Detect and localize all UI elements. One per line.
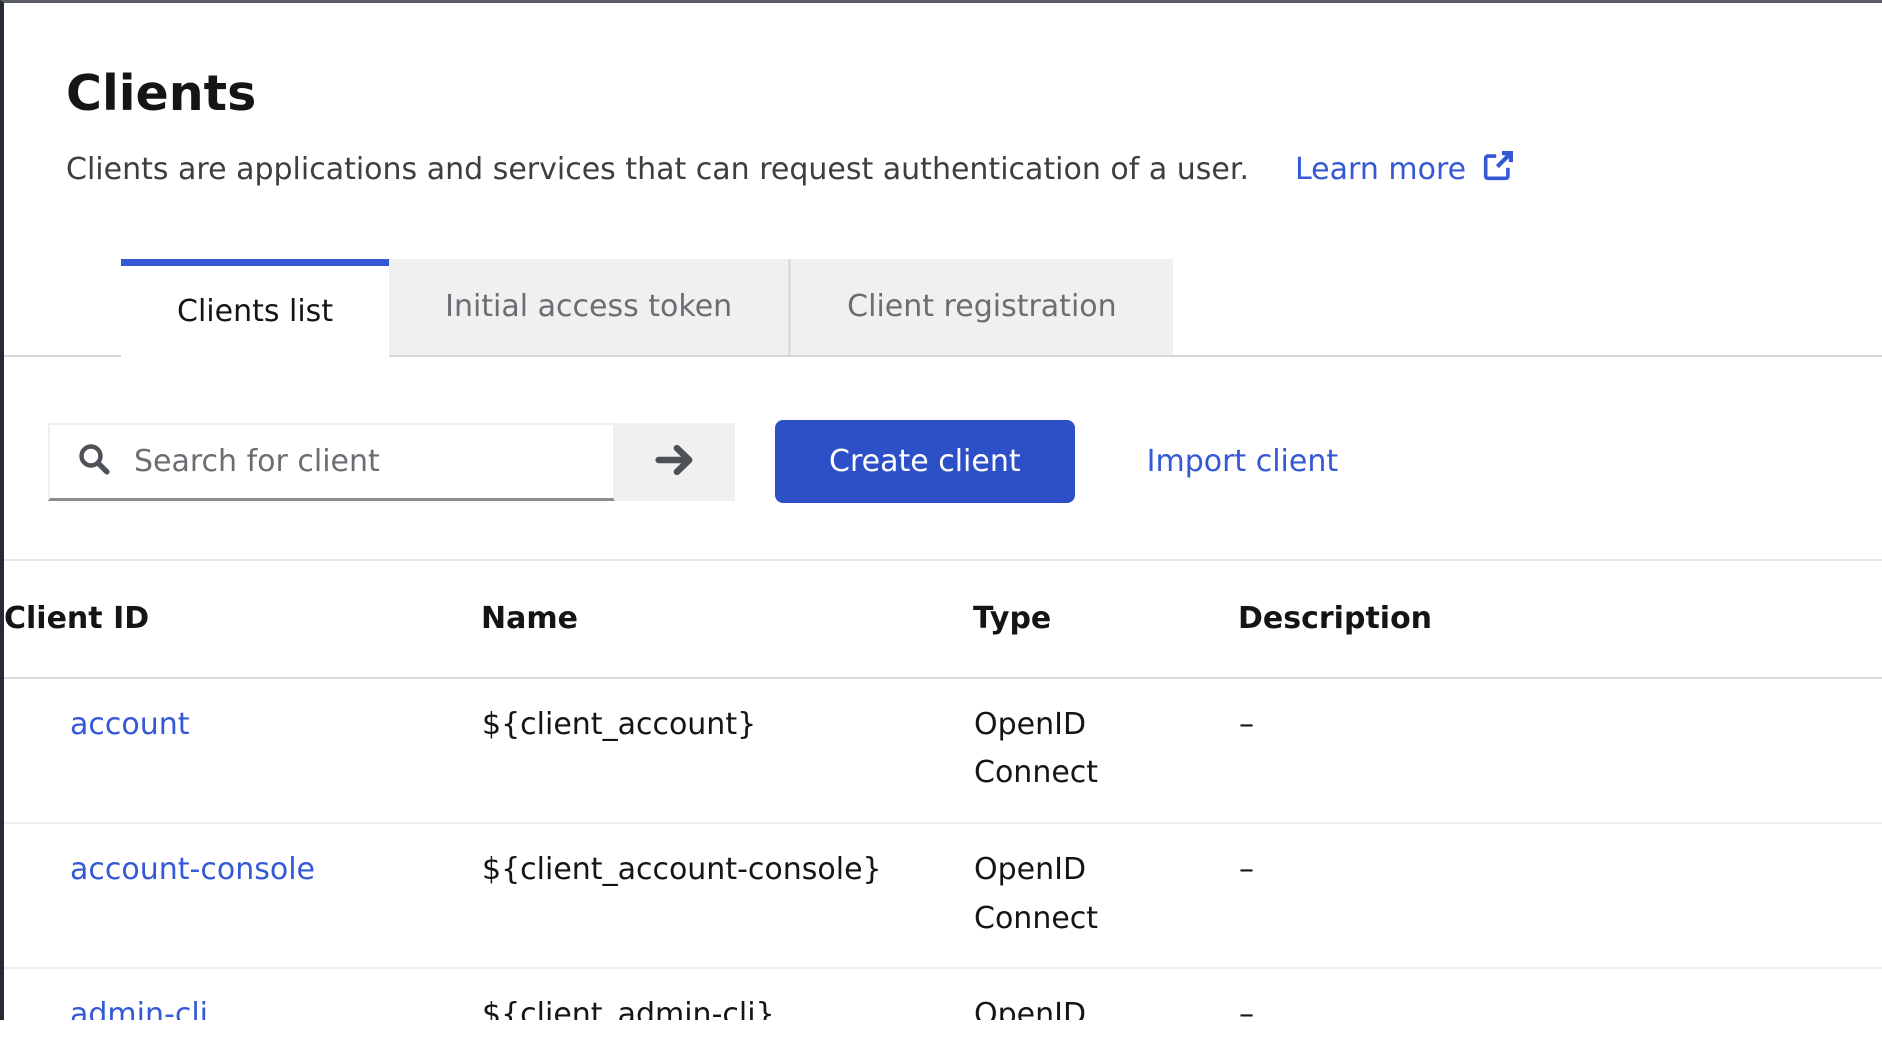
learn-more-link[interactable]: Learn more (1295, 148, 1516, 193)
client-description-cell: – (1238, 678, 1882, 823)
table-row: account ${client_account}OpenID Connect– (4, 678, 1882, 823)
clients-table-body: account${client_account}OpenID Connect–a… (4, 678, 1882, 1020)
import-client-link[interactable]: Import client (1147, 444, 1339, 479)
column-header-client-id: Client ID (4, 560, 481, 678)
clients-table: Client ID Name Type Description account $… (4, 559, 1882, 1020)
table-row: account-console ${client_account-console}… (4, 823, 1882, 968)
table-row: admin-cli ${client_admin-cli}OpenID Conne… (4, 968, 1882, 1020)
page-header: Clients Clients are applications and ser… (4, 3, 1882, 193)
client-name-cell: ${client_account-console} (481, 823, 973, 968)
page-title: Clients (66, 65, 1822, 124)
clients-page-window: Clients Clients are applications and ser… (0, 0, 1882, 1020)
client-id-cell: account-console (4, 823, 481, 968)
tab-initial-access-token-label: Initial access token (445, 289, 732, 324)
tab-clients-list[interactable]: Clients list (121, 259, 389, 357)
column-header-type: Type (973, 560, 1238, 678)
external-link-icon (1480, 148, 1516, 193)
client-type-cell: OpenID Connect (973, 678, 1238, 823)
client-description-cell: – (1238, 823, 1882, 968)
client-id-link[interactable]: admin-cli (70, 997, 208, 1020)
client-id-cell: account (4, 678, 481, 823)
client-id-link[interactable]: account-console (70, 852, 315, 887)
toolbar: Create client Import client (48, 423, 1882, 501)
client-name-cell: ${client_admin-cli} (481, 968, 973, 1020)
client-type-cell: OpenID Connect (973, 823, 1238, 968)
client-type-cell: OpenID Connect (973, 968, 1238, 1020)
search-icon (76, 441, 112, 481)
tab-initial-access-token[interactable]: Initial access token (389, 259, 791, 355)
tab-client-registration-label: Client registration (847, 289, 1116, 324)
page-subtitle: Clients are applications and services th… (66, 152, 1249, 188)
column-header-name: Name (481, 560, 973, 678)
client-name-cell: ${client_account} (481, 678, 973, 823)
table-header-row: Client ID Name Type Description (4, 560, 1882, 678)
search-input[interactable] (132, 443, 603, 480)
create-client-button[interactable]: Create client (775, 420, 1075, 503)
client-description-cell: – (1238, 968, 1882, 1020)
client-id-cell: admin-cli (4, 968, 481, 1020)
column-header-description: Description (1238, 560, 1882, 678)
search-group (48, 423, 735, 501)
search-input-wrap (48, 423, 615, 501)
arrow-right-icon (652, 437, 698, 486)
learn-more-label: Learn more (1295, 152, 1466, 188)
search-submit-button[interactable] (615, 423, 735, 501)
client-id-link[interactable]: account (70, 707, 190, 742)
tab-client-registration[interactable]: Client registration (791, 259, 1172, 355)
tab-clients-list-label: Clients list (177, 294, 333, 329)
tabs-bar: Clients list Initial access token Client… (4, 259, 1882, 357)
